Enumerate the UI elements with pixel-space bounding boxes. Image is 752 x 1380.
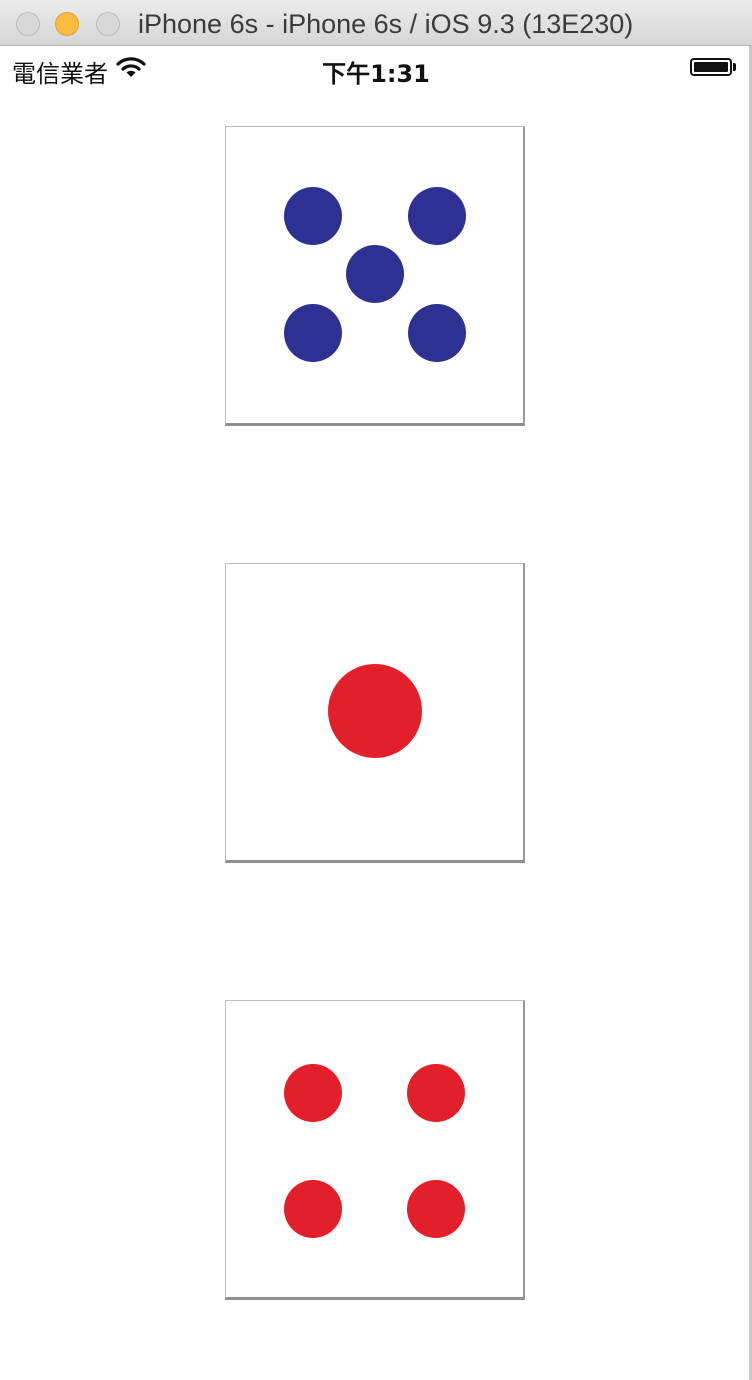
pip — [328, 664, 422, 758]
close-icon[interactable] — [16, 12, 40, 36]
die-five[interactable] — [225, 126, 525, 426]
pip — [346, 245, 404, 303]
status-bar: 電信業者 下午1:31 — [0, 46, 749, 88]
pip — [408, 187, 466, 245]
zoom-icon[interactable] — [96, 12, 120, 36]
pip — [408, 304, 466, 362]
status-time: 下午1:31 — [322, 60, 430, 88]
battery-level — [694, 62, 728, 72]
pip — [284, 187, 342, 245]
window-title: iPhone 6s - iPhone 6s / iOS 9.3 (13E230) — [138, 9, 634, 39]
pip — [284, 304, 342, 362]
die-four[interactable] — [225, 1000, 525, 1300]
pip — [407, 1064, 465, 1122]
simulator-title-bar: iPhone 6s - iPhone 6s / iOS 9.3 (13E230) — [0, 0, 752, 46]
battery-icon — [690, 58, 732, 76]
pip — [407, 1180, 465, 1238]
die-one[interactable] — [225, 563, 525, 863]
minimize-icon[interactable] — [55, 12, 79, 36]
pip — [284, 1064, 342, 1122]
pip — [284, 1180, 342, 1238]
battery-cap — [733, 63, 736, 71]
